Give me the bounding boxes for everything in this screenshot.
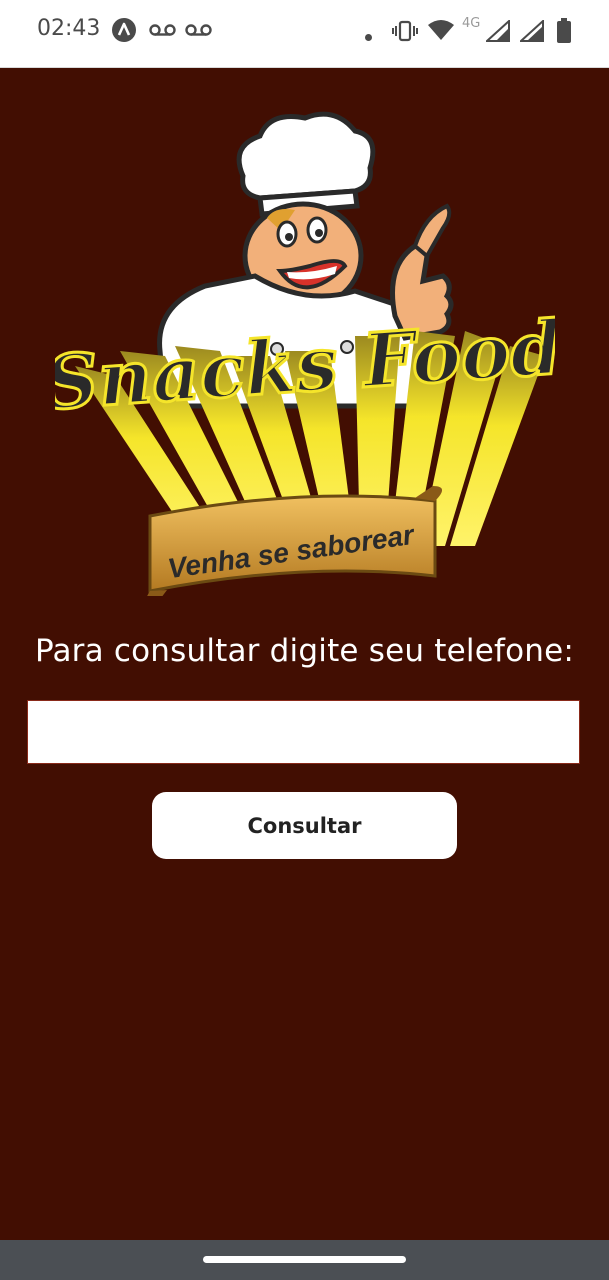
phone-prompt: Para consultar digite seu telefone: (34, 633, 575, 669)
app-a-icon (111, 17, 137, 47)
signal-icon (484, 18, 510, 46)
battery-icon (556, 18, 572, 48)
main-content: Snacks Food Venha se saborear Para consu… (0, 68, 609, 1240)
phone-input[interactable] (27, 700, 580, 764)
status-bar: 02:43 4G (0, 0, 609, 68)
network-type-label: 4G (462, 16, 481, 31)
voicemail-icon (185, 22, 212, 42)
system-nav-bar (0, 1240, 609, 1280)
vibrate-icon (392, 19, 418, 47)
signal-icon (518, 18, 544, 46)
home-gesture-handle[interactable] (203, 1256, 406, 1263)
wifi-icon (427, 19, 455, 45)
voicemail-icon (149, 22, 176, 42)
status-time: 02:43 (37, 16, 101, 41)
brand-logo: Snacks Food Venha se saborear (40, 106, 566, 606)
consult-button[interactable]: Consultar (152, 792, 457, 859)
dot-icon (364, 27, 373, 46)
